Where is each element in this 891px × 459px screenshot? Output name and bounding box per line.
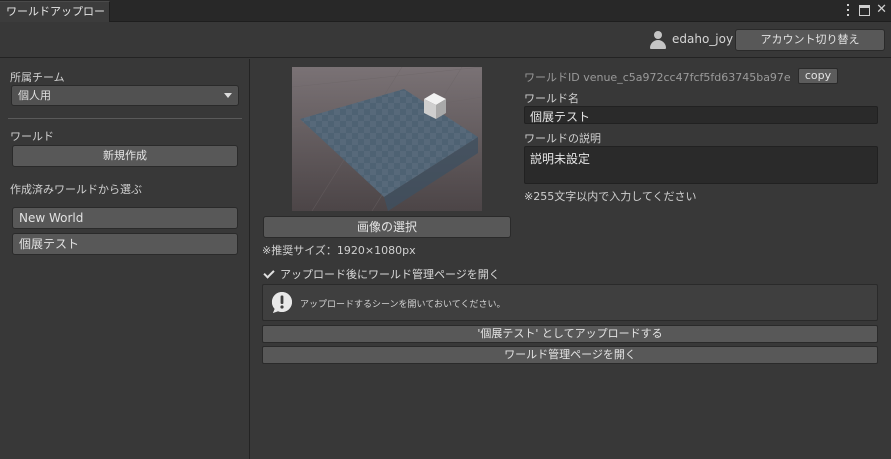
world-description-input[interactable]: 説明未設定 <box>524 146 878 184</box>
kebab-menu-icon[interactable] <box>843 3 853 17</box>
world-name-input[interactable]: 個展テスト <box>524 106 878 124</box>
tab-strip: ワールドアップロード ✕ <box>0 0 891 38</box>
upload-button[interactable]: '個展テスト' としてアップロードする <box>262 325 878 343</box>
section-divider <box>8 118 242 119</box>
user-icon <box>650 31 666 49</box>
left-panel: 所属チーム 個人用 ワールド 新規作成 作成済みワールドから選ぶ New Wor… <box>0 59 250 459</box>
world-id-text: ワールドID venue_c5a972cc47fcf5fd63745ba97e <box>524 71 791 84</box>
tab-world-upload[interactable]: ワールドアップロード <box>0 1 110 38</box>
world-list-item[interactable]: 個展テスト <box>12 233 238 255</box>
team-label: 所属チーム <box>10 71 65 84</box>
copy-world-id-button[interactable]: copy <box>798 68 838 84</box>
chevron-down-icon <box>224 93 232 98</box>
char-limit-note: ※255文字以内で入力してください <box>524 190 697 203</box>
world-list-item[interactable]: New World <box>12 207 238 229</box>
scene-preview-image <box>292 67 482 211</box>
select-image-button[interactable]: 画像の選択 <box>263 216 511 238</box>
world-section-label: ワールド <box>10 130 54 143</box>
team-dropdown[interactable]: 個人用 <box>11 85 239 106</box>
select-existing-label: 作成済みワールドから選ぶ <box>10 183 142 196</box>
world-thumbnail <box>292 67 482 211</box>
maximize-icon[interactable] <box>859 5 871 16</box>
account-bar: edaho_joy アカウント切り替え <box>0 23 891 58</box>
window-tools: ✕ <box>843 3 887 17</box>
open-after-upload-toggle[interactable]: アップロード後にワールド管理ページを開く <box>263 266 500 282</box>
close-icon[interactable]: ✕ <box>876 3 887 17</box>
help-message: アップロードするシーンを開いておいてください。 <box>300 300 506 310</box>
warning-icon <box>271 292 292 313</box>
switch-account-button[interactable]: アカウント切り替え <box>735 29 885 51</box>
help-box: アップロードするシーンを開いておいてください。 <box>262 284 878 321</box>
open-manage-page-button[interactable]: ワールド管理ページを開く <box>262 346 878 364</box>
recommended-size-note: ※推奨サイズ：1920×1080px <box>262 244 416 257</box>
team-selected-value: 個人用 <box>18 89 51 102</box>
world-description-label: ワールドの説明 <box>524 132 601 145</box>
open-after-upload-label: アップロード後にワールド管理ページを開く <box>280 268 500 281</box>
world-name-label: ワールド名 <box>524 92 579 105</box>
new-world-button[interactable]: 新規作成 <box>12 145 238 167</box>
open-after-upload-checkbox[interactable] <box>263 268 275 280</box>
username: edaho_joy <box>672 32 734 46</box>
